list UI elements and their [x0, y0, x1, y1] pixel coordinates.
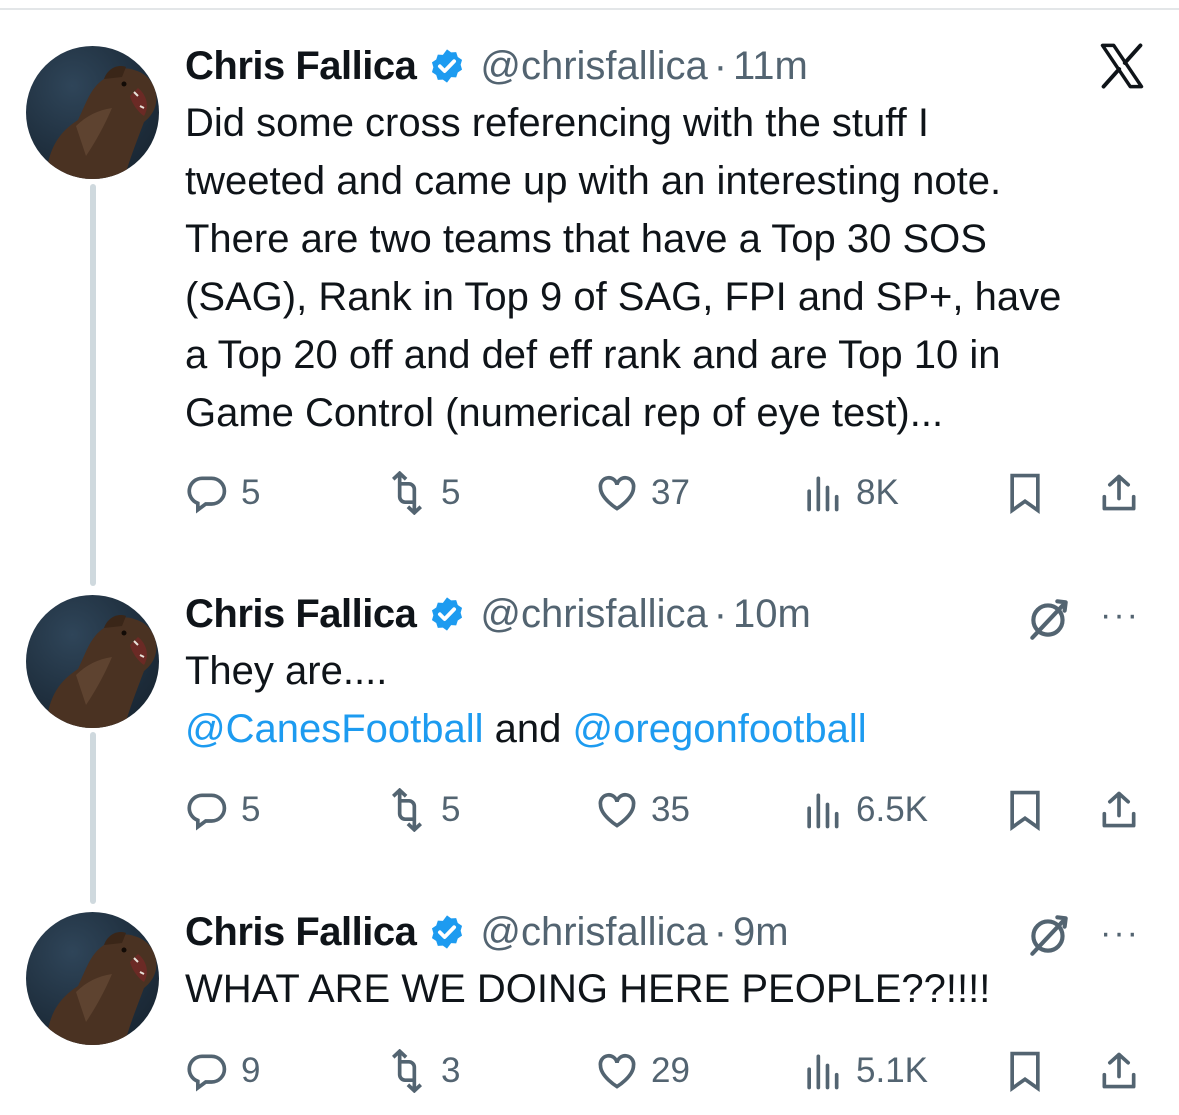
tweet-actions: 9 3 29 5.1K	[185, 1041, 1150, 1101]
tweet-header: Chris Fallica @chrisfallica · 9m	[185, 906, 1155, 958]
retweet-icon	[385, 788, 429, 832]
retweet-button[interactable]: 5	[385, 463, 460, 523]
avatar[interactable]	[26, 912, 159, 1045]
views-button[interactable]: 8K	[800, 463, 899, 523]
tweet[interactable]: Chris Fallica @chrisfallica · 11m Did so…	[185, 40, 1155, 442]
tweet-text-line: a Top 20 off and def eff rank and are To…	[185, 333, 1001, 377]
views-button[interactable]: 6.5K	[800, 780, 928, 840]
retweet-count: 5	[441, 473, 461, 512]
like-button[interactable]: 37	[595, 463, 690, 523]
timestamp[interactable]: 11m	[733, 44, 808, 89]
view-count: 6.5K	[856, 790, 928, 829]
verified-badge-icon[interactable]	[428, 595, 466, 633]
tweet[interactable]: Chris Fallica @chrisfallica · 9m WHAT AR…	[185, 906, 1155, 1018]
reply-count: 5	[241, 473, 261, 512]
author-handle[interactable]: @chrisfallica	[480, 44, 707, 89]
retweet-button[interactable]: 5	[385, 780, 460, 840]
thread-connector-line	[90, 184, 96, 586]
separator: ·	[713, 591, 728, 636]
verified-badge-icon[interactable]	[428, 47, 466, 85]
bookmark-icon	[1003, 471, 1047, 515]
reply-icon	[185, 1049, 229, 1093]
tweet-text-line: Game Control (numerical rep of eye test)…	[185, 391, 944, 435]
verified-badge-icon[interactable]	[428, 913, 466, 951]
tweet-text-line: Did some cross referencing with the stuf…	[185, 101, 930, 145]
reply-count: 5	[241, 790, 261, 829]
conjunction-text: and	[494, 707, 562, 751]
tweet-text-line: They are....	[185, 649, 388, 693]
tweet-header: Chris Fallica @chrisfallica · 10m	[185, 588, 1155, 640]
share-icon	[1097, 1049, 1141, 1093]
reply-button[interactable]: 5	[185, 463, 260, 523]
like-count: 29	[651, 1051, 690, 1090]
tweet-actions: 5 5 37 8K	[185, 463, 1150, 523]
heart-icon	[595, 788, 639, 832]
mention-link[interactable]: @CanesFootball	[185, 707, 484, 751]
views-icon	[800, 788, 844, 832]
author-handle[interactable]: @chrisfallica	[480, 910, 707, 955]
bookmark-icon	[1003, 788, 1047, 832]
share-button[interactable]	[1097, 780, 1141, 840]
retweet-count: 5	[441, 790, 461, 829]
heart-icon	[595, 471, 639, 515]
views-button[interactable]: 5.1K	[800, 1041, 928, 1101]
bookmark-button[interactable]	[1003, 463, 1047, 523]
author-handle[interactable]: @chrisfallica	[480, 592, 707, 637]
retweet-icon	[385, 471, 429, 515]
author-name[interactable]: Chris Fallica	[185, 44, 417, 89]
bookmark-button[interactable]	[1003, 780, 1047, 840]
reply-button[interactable]: 5	[185, 780, 260, 840]
views-icon	[800, 1049, 844, 1093]
grok-icon[interactable]	[1024, 910, 1074, 960]
like-button[interactable]: 35	[595, 780, 690, 840]
tweet-text-line: @CanesFootball and @oregonfootball	[185, 700, 1155, 758]
like-count: 35	[651, 790, 690, 829]
separator: ·	[713, 909, 728, 954]
tweet-text-line: There are two teams that have a Top 30 S…	[185, 217, 987, 261]
tweet-text-line: tweeted and came up with an interesting …	[185, 159, 1002, 203]
retweet-count: 3	[441, 1051, 461, 1090]
retweet-button[interactable]: 3	[385, 1041, 460, 1101]
like-count: 37	[651, 473, 690, 512]
grok-icon[interactable]	[1024, 594, 1074, 644]
tweet-text: WHAT ARE WE DOING HERE PEOPLE??!!!!	[185, 960, 1155, 1018]
tweet-actions: 5 5 35 6.5K	[185, 780, 1150, 840]
bookmark-button[interactable]	[1003, 1041, 1047, 1101]
avatar[interactable]	[26, 595, 159, 728]
timestamp[interactable]: 10m	[733, 592, 811, 637]
tweet[interactable]: Chris Fallica @chrisfallica · 10m They a…	[185, 588, 1155, 758]
thread-connector-line	[90, 732, 96, 904]
more-options-button[interactable]: ···	[1100, 914, 1140, 953]
separator: ·	[713, 43, 728, 88]
bookmark-icon	[1003, 1049, 1047, 1093]
tweet-header: Chris Fallica @chrisfallica · 11m	[185, 40, 1155, 92]
like-button[interactable]: 29	[595, 1041, 690, 1101]
tweet-text-line: WHAT ARE WE DOING HERE PEOPLE??!!!!	[185, 967, 991, 1011]
tweet-text: Did some cross referencing with the stuf…	[185, 94, 1155, 442]
view-count: 8K	[856, 473, 899, 512]
author-name[interactable]: Chris Fallica	[185, 910, 417, 955]
heart-icon	[595, 1049, 639, 1093]
views-icon	[800, 471, 844, 515]
avatar[interactable]	[26, 46, 159, 179]
reply-button[interactable]: 9	[185, 1041, 260, 1101]
share-button[interactable]	[1097, 463, 1141, 523]
mention-link[interactable]: @oregonfootball	[573, 707, 867, 751]
top-divider	[0, 8, 1179, 10]
retweet-icon	[385, 1049, 429, 1093]
view-count: 5.1K	[856, 1051, 928, 1090]
share-button[interactable]	[1097, 1041, 1141, 1101]
share-icon	[1097, 788, 1141, 832]
reply-count: 9	[241, 1051, 261, 1090]
tweet-text-line: (SAG), Rank in Top 9 of SAG, FPI and SP+…	[185, 275, 1062, 319]
share-icon	[1097, 471, 1141, 515]
tweet-text: They are.... @CanesFootball and @oregonf…	[185, 642, 1155, 758]
author-name[interactable]: Chris Fallica	[185, 592, 417, 637]
timestamp[interactable]: 9m	[733, 910, 789, 955]
more-options-button[interactable]: ···	[1100, 596, 1140, 635]
reply-icon	[185, 471, 229, 515]
reply-icon	[185, 788, 229, 832]
